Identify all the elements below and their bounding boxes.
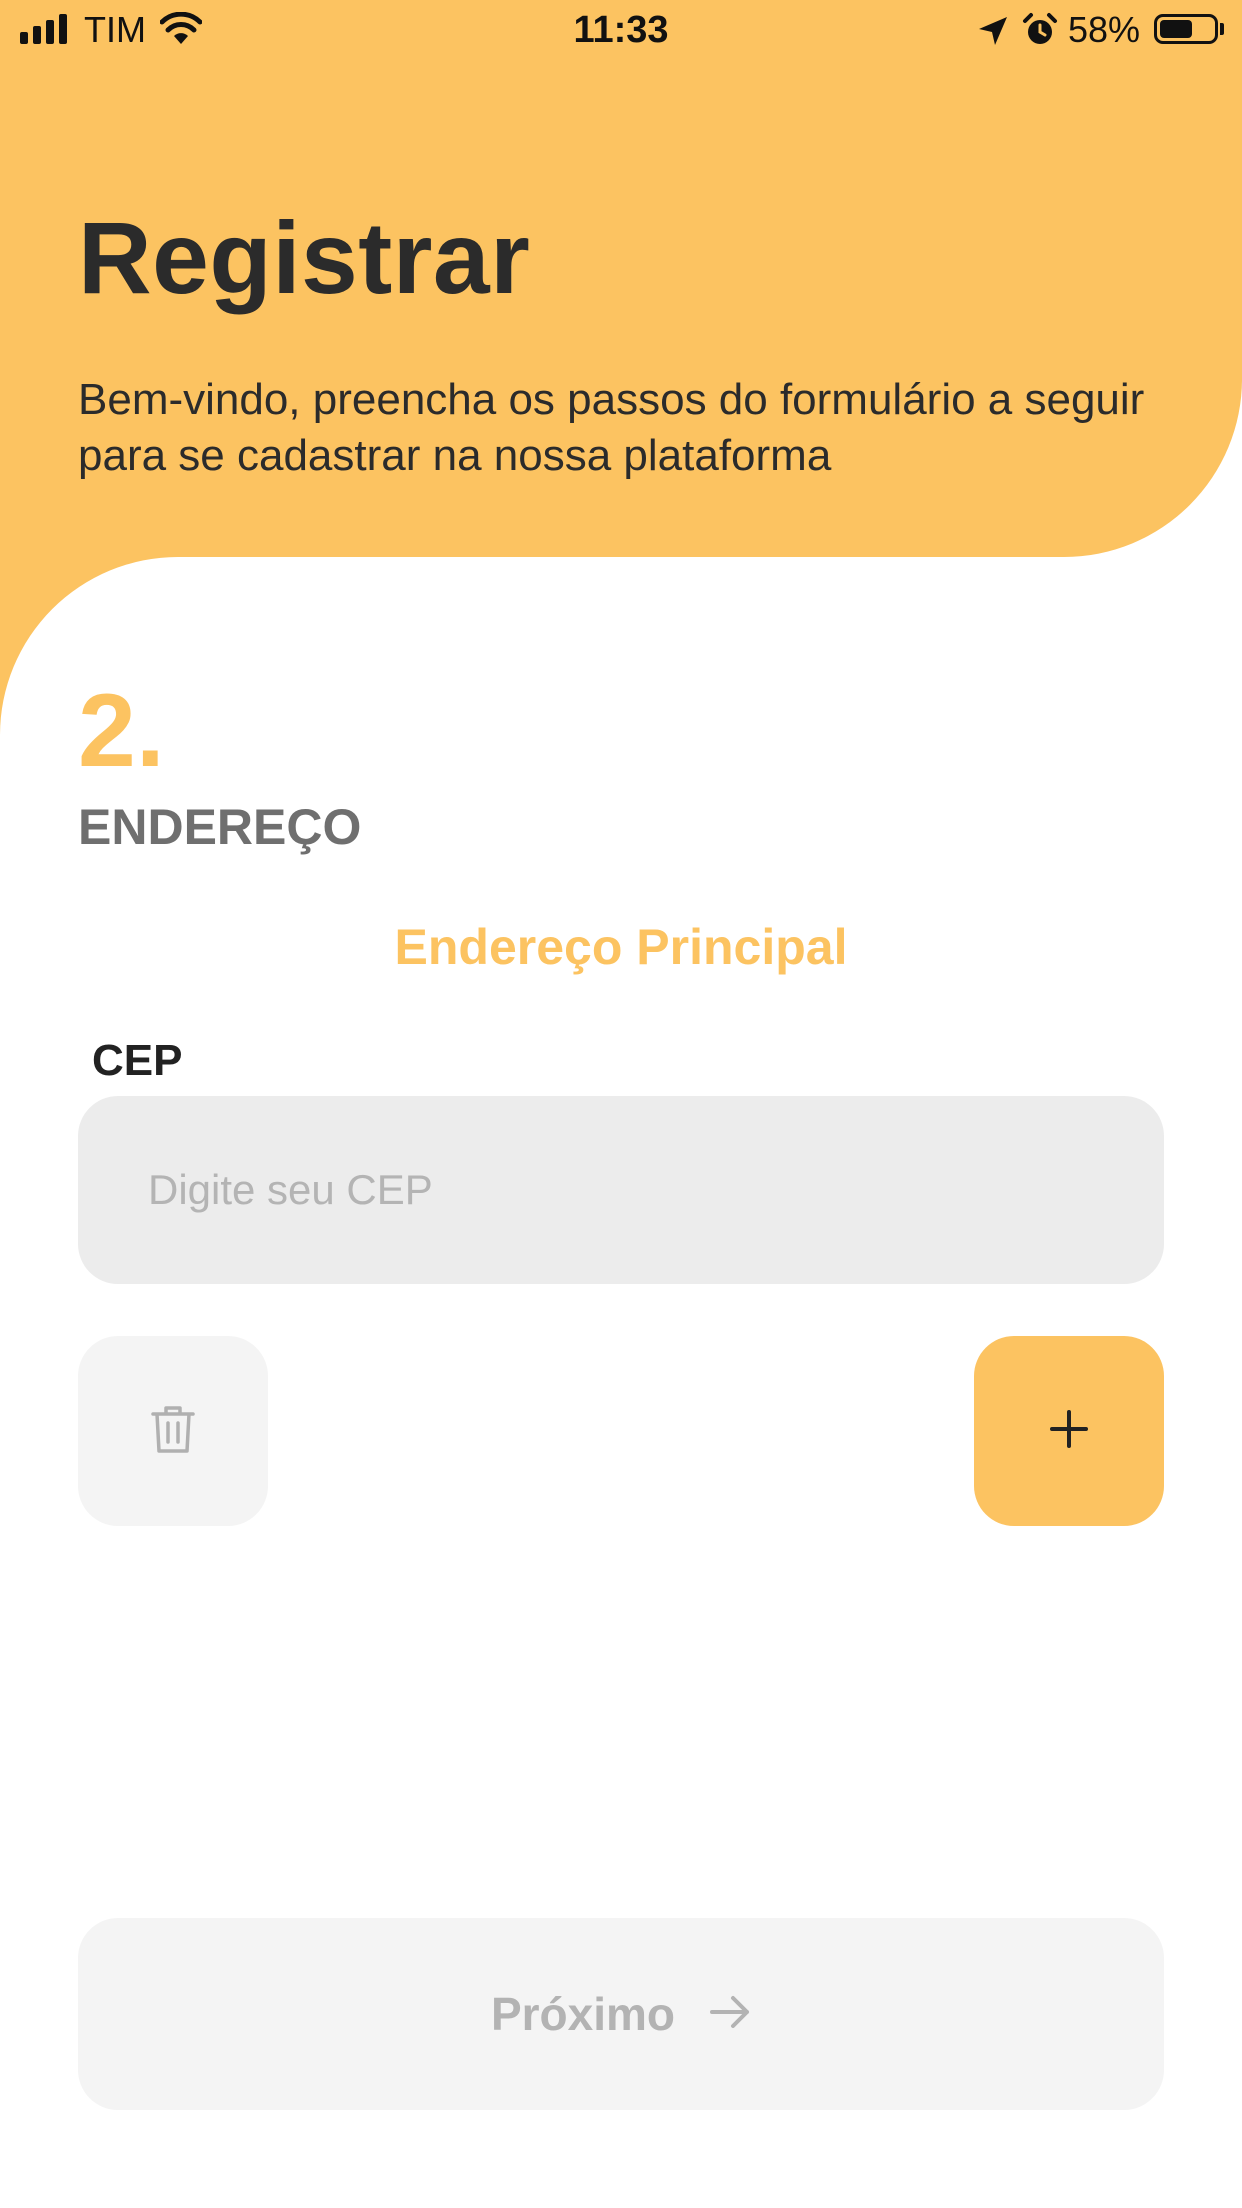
battery-tip (1220, 23, 1224, 35)
cep-input[interactable] (78, 1096, 1164, 1284)
location-arrow-icon (977, 14, 1009, 56)
register-screen: TIM 11:33 58% Registrar Bem-vindo, preen… (0, 0, 1242, 2208)
alarm-icon (1022, 12, 1058, 57)
plus-icon (1048, 1408, 1090, 1455)
section-title: Endereço Principal (394, 919, 848, 975)
battery-percent: 58% (1068, 9, 1141, 50)
page-title: Registrar (78, 201, 531, 315)
arrow-right-icon (709, 1994, 751, 2035)
status-bar: TIM 11:33 58% (0, 0, 1242, 60)
page-subtitle: Bem-vindo, preencha os passos do formulá… (78, 375, 1145, 480)
step-label: ENDEREÇO (78, 799, 362, 855)
next-button-label: Próximo (490, 1988, 676, 2040)
delete-address-button[interactable] (78, 1336, 268, 1526)
next-button[interactable]: Próximo (78, 1918, 1164, 2110)
trash-icon (150, 1403, 196, 1460)
battery-icon (1154, 14, 1218, 44)
cep-label: CEP (92, 1036, 183, 1085)
step-number: 2. (78, 673, 165, 789)
add-address-button[interactable] (974, 1336, 1164, 1526)
